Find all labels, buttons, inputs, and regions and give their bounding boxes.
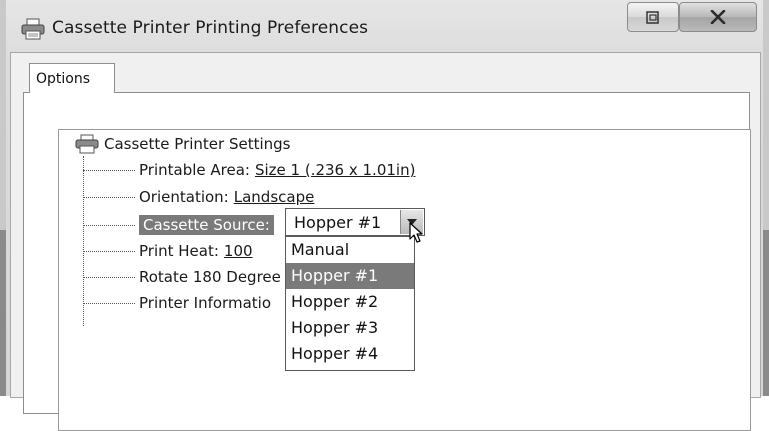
tab-options[interactable]: Options <box>29 63 115 93</box>
tree-item-label: Printable Area: <box>139 161 250 179</box>
window-frame: Cassette Printer Printing Preferences Op… <box>0 0 769 431</box>
cassette-source-combo[interactable]: Hopper #1 <box>285 208 425 236</box>
tree-connector <box>83 224 135 226</box>
window-title: Cassette Printer Printing Preferences <box>52 18 369 38</box>
tree-item-printer-information[interactable]: Printer Informatio <box>83 292 271 314</box>
close-icon <box>710 10 726 24</box>
dropdown-option-hopper-1[interactable]: Hopper #1 <box>286 263 414 289</box>
tree-connector <box>83 302 135 304</box>
tree-connector <box>83 250 135 252</box>
tree-connector <box>83 276 135 278</box>
combo-selected-value: Hopper #1 <box>294 213 382 232</box>
tree-item-cassette-source[interactable]: Cassette Source: <box>83 214 274 236</box>
tree-item-label: Rotate 180 Degree <box>139 268 281 286</box>
title-bar: Cassette Printer Printing Preferences <box>0 0 769 60</box>
tree-item-label: Printer Informatio <box>139 294 271 312</box>
cassette-source-dropdown-list: Manual Hopper #1 Hopper #2 Hopper #3 Hop… <box>285 236 415 371</box>
settings-tree: Cassette Printer Settings Printable Area… <box>58 129 751 431</box>
tree-root[interactable]: Cassette Printer Settings <box>75 134 290 154</box>
printer-icon <box>21 18 45 40</box>
tree-item-printable-area[interactable]: Printable Area: Size 1 (.236 x 1.01in) <box>83 159 415 181</box>
tree-item-rotate[interactable]: Rotate 180 Degree <box>83 266 281 288</box>
dialog-client-area: Options Cassette Printer Settings Printa… <box>10 52 761 431</box>
tree-item-orientation[interactable]: Orientation: Landscape <box>83 186 314 208</box>
printable-area-value-link[interactable]: Size 1 (.236 x 1.01in) <box>255 161 415 179</box>
tree-connector <box>83 169 135 171</box>
restore-icon <box>646 11 659 24</box>
tree-root-label: Cassette Printer Settings <box>104 135 291 153</box>
close-button[interactable] <box>679 2 757 32</box>
tree-item-label-selected: Cassette Source: <box>139 215 274 235</box>
dropdown-option-manual[interactable]: Manual <box>286 237 414 263</box>
tree-item-label: Orientation: <box>139 188 229 206</box>
restore-button[interactable] <box>627 2 679 32</box>
tree-connector <box>83 196 135 198</box>
print-heat-value-link[interactable]: 100 <box>224 242 253 260</box>
dropdown-option-hopper-3[interactable]: Hopper #3 <box>286 315 414 341</box>
tree-item-label: Print Heat: <box>139 242 219 260</box>
options-tab-panel: Cassette Printer Settings Printable Area… <box>23 92 751 431</box>
dropdown-option-hopper-2[interactable]: Hopper #2 <box>286 289 414 315</box>
printer-icon <box>75 134 99 154</box>
orientation-value-link[interactable]: Landscape <box>234 188 315 206</box>
tree-item-print-heat[interactable]: Print Heat: 100 <box>83 240 253 262</box>
mouse-cursor-icon <box>409 222 423 243</box>
dropdown-option-hopper-4[interactable]: Hopper #4 <box>286 341 414 367</box>
